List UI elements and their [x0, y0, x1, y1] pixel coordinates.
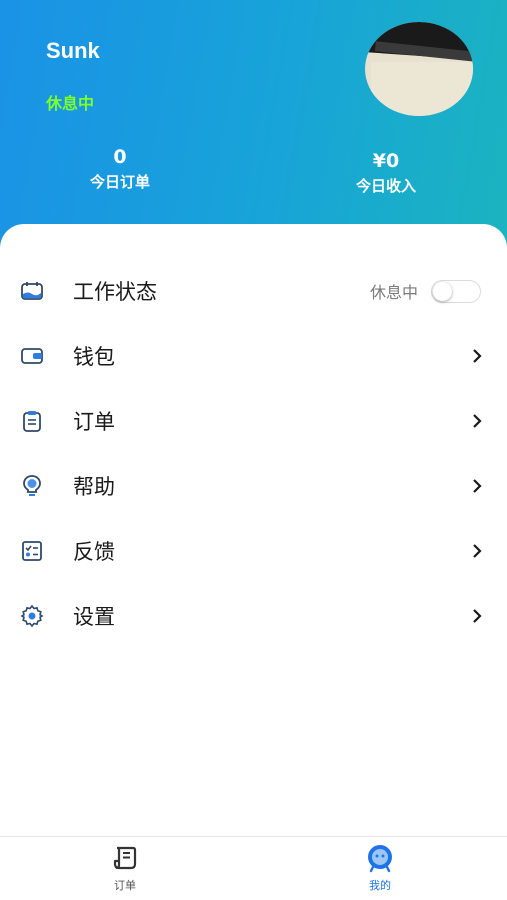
tab-orders[interactable]: 订单: [95, 843, 155, 893]
tab-mine-label: 我的: [369, 879, 391, 892]
tab-orders-label: 订单: [114, 879, 136, 892]
menu-label-orders: 订单: [73, 410, 115, 434]
menu-panel: 工作状态 休息中 钱包 订单 帮助 反馈 设置: [0, 224, 507, 836]
today-orders-value: 0: [113, 146, 127, 168]
chevron-right-icon: [473, 479, 482, 493]
today-income-value: ¥0: [372, 150, 400, 172]
today-orders-label: 今日订单: [89, 173, 150, 191]
tab-mine[interactable]: 我的: [350, 843, 410, 893]
bottom-tab-bar: 订单 我的: [0, 836, 507, 900]
menu-item-settings[interactable]: 设置: [0, 586, 507, 646]
menu-label-work-status: 工作状态: [73, 280, 157, 304]
menu-label-help: 帮助: [73, 475, 115, 499]
chevron-right-icon: [473, 609, 482, 623]
clipboard-icon: [23, 411, 41, 432]
menu-item-orders[interactable]: 订单: [0, 391, 507, 451]
menu-item-wallet[interactable]: 钱包: [0, 326, 507, 386]
username: Sunk: [46, 38, 100, 63]
menu-label-feedback: 反馈: [73, 540, 115, 564]
work-status-toggle-label: 休息中: [370, 283, 419, 302]
toggle-knob: [433, 281, 452, 301]
work-status-icon: [21, 282, 43, 300]
lightbulb-icon: [23, 475, 41, 496]
profile-icon: [368, 845, 392, 873]
avatar[interactable]: [365, 22, 473, 116]
orders-icon: [113, 846, 137, 870]
gear-icon: [20, 604, 44, 628]
profile-header: Sunk 休息中 0 今日订单 ¥0 今日收入: [0, 0, 507, 260]
menu-item-work-status: 工作状态 休息中: [0, 261, 507, 321]
menu-label-wallet: 钱包: [73, 345, 115, 369]
work-status-toggle[interactable]: [431, 279, 481, 303]
menu-label-settings: 设置: [73, 605, 115, 629]
today-orders-stat[interactable]: 0 今日订单: [70, 146, 170, 192]
chevron-right-icon: [473, 349, 482, 363]
checklist-icon: [22, 541, 42, 561]
chevron-right-icon: [473, 414, 482, 428]
today-income-stat[interactable]: ¥0 今日收入: [336, 150, 436, 196]
status-text: 休息中: [46, 94, 95, 113]
menu-item-feedback[interactable]: 反馈: [0, 521, 507, 581]
chevron-right-icon: [473, 544, 482, 558]
today-income-label: 今日收入: [355, 177, 416, 195]
menu-item-help[interactable]: 帮助: [0, 456, 507, 516]
wallet-icon: [21, 348, 43, 364]
